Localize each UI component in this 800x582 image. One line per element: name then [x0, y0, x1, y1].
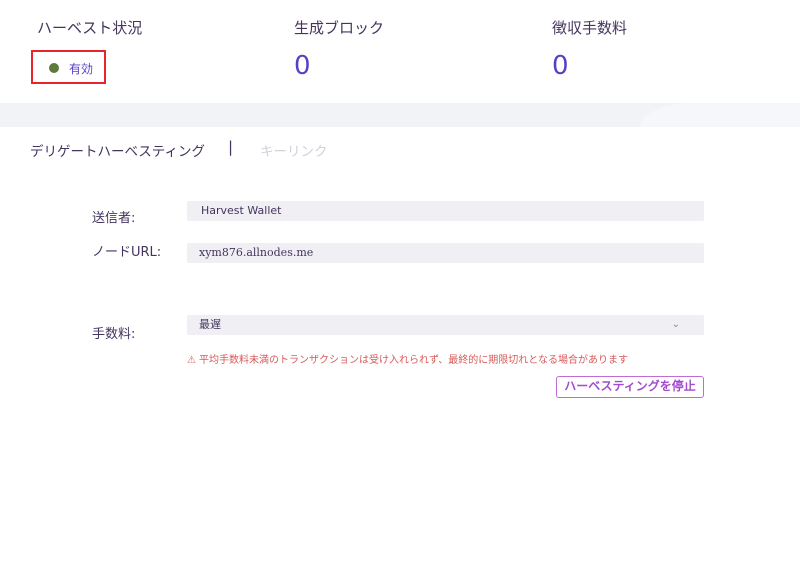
harvest-status-title: ハーベスト状況 — [37, 19, 143, 37]
fees-stat: 徴収手数料 0 — [552, 17, 628, 81]
fee-select-value: 最遅 — [199, 318, 221, 331]
node-url-label: ノードURL: — [92, 245, 162, 260]
fee-warning: ⚠ 平均手数料未満のトランザクションは受け入れられず、最終的に期限切れとなる場合が… — [187, 351, 628, 366]
harvest-status-highlight: 有効 — [31, 50, 106, 84]
tab-key-link[interactable]: キーリンク — [260, 140, 328, 160]
warning-triangle-icon: ⚠ — [187, 355, 196, 366]
node-url-field[interactable]: xym876.allnodes.me — [187, 243, 704, 263]
fees-title: 徴収手数料 — [552, 19, 628, 37]
blocks-title: 生成ブロック — [294, 19, 385, 37]
fee-warning-text: 平均手数料未満のトランザクションは受け入れられず、最終的に期限切れとなる場合があ… — [198, 355, 628, 366]
fees-value: 0 — [552, 51, 569, 81]
decorative-curve — [640, 103, 800, 127]
blocks-stat: 生成ブロック 0 — [294, 17, 385, 81]
sender-field[interactable]: Harvest Wallet — [187, 201, 704, 221]
sender-label: 送信者: — [92, 211, 136, 226]
harvesting-form-panel: デリゲートハーベスティング | キーリンク 送信者: Harvest Walle… — [0, 127, 800, 582]
fee-select[interactable]: 最遅 ⌄ — [187, 315, 704, 335]
stop-harvesting-button[interactable]: ハーベスティングを停止 — [556, 376, 704, 398]
tab-delegated-harvesting[interactable]: デリゲートハーベスティング — [30, 140, 205, 160]
harvest-status-stat: ハーベスト状況 — [37, 17, 142, 38]
harvest-status-value: 有効 — [69, 62, 94, 76]
fee-label: 手数料: — [92, 327, 136, 342]
chevron-down-icon: ⌄ — [671, 319, 680, 330]
status-dot-icon — [49, 63, 59, 73]
harvest-summary-panel: ハーベスト状況 有効 生成ブロック 0 徴収手数料 0 — [0, 0, 800, 103]
tab-separator: | — [228, 138, 234, 156]
blocks-value: 0 — [294, 51, 311, 81]
